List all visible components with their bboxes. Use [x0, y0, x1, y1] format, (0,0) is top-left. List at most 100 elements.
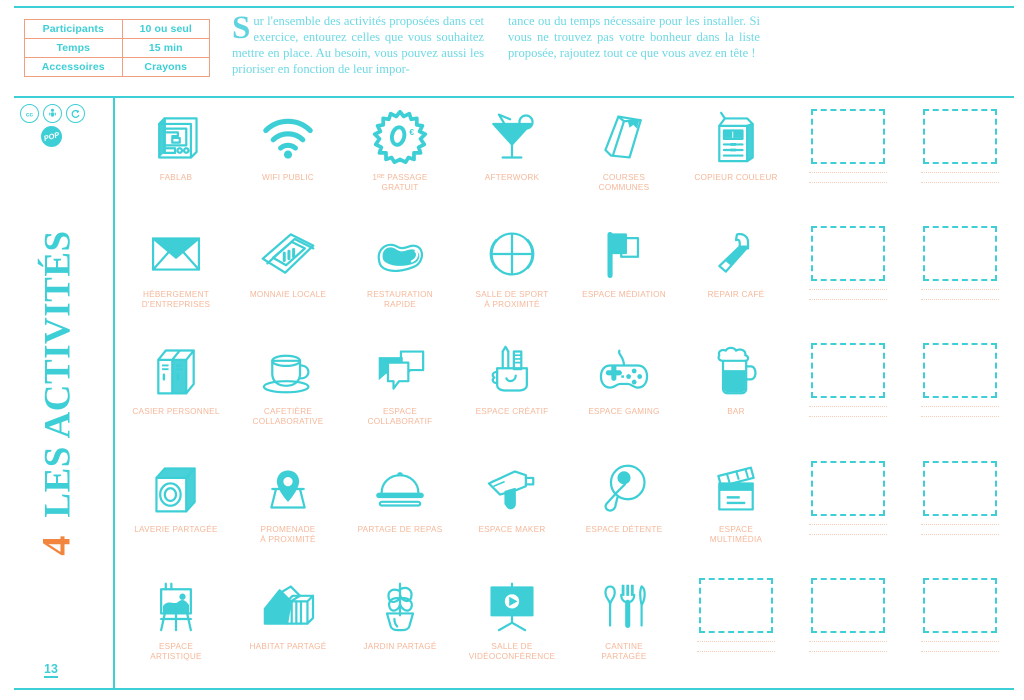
- activity-label: ESPACE CRÉATIF: [475, 407, 549, 417]
- activity-cell-empty[interactable]: [792, 217, 904, 334]
- write-in-line[interactable]: [921, 172, 999, 173]
- activity-cell[interactable]: SALLE DE VIDÉOCONFÉRENCE: [456, 569, 568, 686]
- activity-cell-empty[interactable]: [792, 334, 904, 451]
- empty-activity-box[interactable]: [923, 109, 997, 164]
- activity-label: SALLE DE VIDÉOCONFÉRENCE: [468, 641, 556, 661]
- activity-cell[interactable]: ESPACE MAKER: [456, 452, 568, 569]
- write-in-line[interactable]: [809, 289, 887, 291]
- write-in-lines[interactable]: [809, 289, 887, 309]
- write-in-line[interactable]: [921, 289, 999, 291]
- activity-cell-empty[interactable]: [904, 334, 1016, 451]
- write-in-lines[interactable]: [809, 640, 887, 661]
- empty-activity-box[interactable]: [923, 343, 997, 399]
- activity-cell[interactable]: ESPACE COLLABORATIF: [344, 334, 456, 451]
- empty-activity-box[interactable]: [811, 343, 885, 399]
- write-in-line[interactable]: [809, 533, 887, 535]
- write-in-line[interactable]: [697, 640, 775, 642]
- write-in-line[interactable]: [921, 640, 999, 642]
- write-in-line[interactable]: [921, 182, 999, 183]
- write-in-lines[interactable]: [809, 406, 887, 426]
- activity-cell-empty[interactable]: [904, 217, 1016, 334]
- write-in-line[interactable]: [809, 416, 887, 418]
- write-in-line[interactable]: [809, 299, 887, 301]
- activity-cell[interactable]: ESPACE MULTIMÉDIA: [680, 452, 792, 569]
- empty-activity-box[interactable]: [811, 460, 885, 516]
- activity-cell-empty[interactable]: [792, 569, 904, 686]
- empty-activity-box[interactable]: [699, 577, 773, 633]
- activity-cell[interactable]: MONNAIE LOCALE: [232, 217, 344, 334]
- activity-cell[interactable]: COURSES COMMUNES: [568, 100, 680, 217]
- worksheet-page: Participants 10 ou seul Temps 15 min Acc…: [0, 0, 1024, 700]
- activity-cell-empty[interactable]: [792, 100, 904, 217]
- activity-label: COPIEUR COULEUR: [694, 173, 778, 182]
- empty-activity-box[interactable]: [811, 577, 885, 633]
- activity-label: ESPACE GAMING: [588, 407, 660, 417]
- activity-cell-empty[interactable]: [904, 452, 1016, 569]
- activity-cell[interactable]: AFTERWORK: [456, 100, 568, 217]
- empty-activity-box[interactable]: [923, 460, 997, 516]
- activity-cell-empty[interactable]: [792, 452, 904, 569]
- activity-cell[interactable]: PARTAGE DE REPAS: [344, 452, 456, 569]
- activity-cell[interactable]: CASIER PERSONNEL: [120, 334, 232, 451]
- activity-cell[interactable]: CAFETIÈRE COLLABORATIVE: [232, 334, 344, 451]
- write-in-line[interactable]: [809, 650, 887, 652]
- activity-cell[interactable]: PROMENADE À PROXIMITÉ: [232, 452, 344, 569]
- info-key-temps: Temps: [24, 38, 123, 59]
- write-in-lines[interactable]: [809, 172, 887, 192]
- write-in-line[interactable]: [697, 650, 775, 652]
- write-in-lines[interactable]: [697, 640, 775, 661]
- section-title-rotated: 4 LES ACTIVITÉS: [0, 98, 113, 688]
- info-value-participants: 10 ou seul: [121, 18, 210, 40]
- activity-label: HABITAT PARTAGÉ: [249, 641, 327, 651]
- write-in-line[interactable]: [809, 523, 887, 525]
- activity-cell[interactable]: ESPACE MÉDIATION: [568, 217, 680, 334]
- activity-cell[interactable]: RESTAURATION RAPIDE: [344, 217, 456, 334]
- write-in-line[interactable]: [809, 640, 887, 642]
- write-in-lines[interactable]: [921, 172, 999, 192]
- activity-cell[interactable]: COPIEUR COULEUR: [680, 100, 792, 217]
- activity-cell-empty[interactable]: [904, 569, 1016, 686]
- empty-activity-box[interactable]: [811, 226, 885, 282]
- empty-activity-box[interactable]: [923, 577, 997, 633]
- empty-activity-box[interactable]: [811, 109, 885, 164]
- activity-cell[interactable]: CANTINE PARTAGÉE: [568, 569, 680, 686]
- activity-cell[interactable]: REPAIR CAFÉ: [680, 217, 792, 334]
- sidebar-divider: [113, 98, 115, 688]
- activity-cell[interactable]: SALLE DE SPORT À PROXIMITÉ: [456, 217, 568, 334]
- activity-cell[interactable]: ESPACE DÉTENTE: [568, 452, 680, 569]
- activity-cell[interactable]: HABITAT PARTAGÉ: [232, 569, 344, 686]
- empty-activity-box[interactable]: [923, 226, 997, 282]
- write-in-lines[interactable]: [921, 406, 999, 426]
- write-in-line[interactable]: [809, 182, 887, 183]
- activity-cell[interactable]: ESPACE GAMING: [568, 334, 680, 451]
- activity-label: AFTERWORK: [484, 173, 540, 182]
- activity-cell[interactable]: ESPACE ARTISTIQUE: [120, 569, 232, 686]
- write-in-line[interactable]: [921, 523, 999, 525]
- activity-cell[interactable]: FABLAB: [120, 100, 232, 217]
- activity-cell[interactable]: JARDIN PARTAGÉ: [344, 569, 456, 686]
- activity-cell[interactable]: ESPACE CRÉATIF: [456, 334, 568, 451]
- write-in-lines[interactable]: [921, 640, 999, 661]
- activity-cell[interactable]: BAR: [680, 334, 792, 451]
- write-in-line[interactable]: [921, 299, 999, 301]
- page-title: LES ACTIVITÉS: [37, 230, 79, 518]
- write-in-line[interactable]: [809, 172, 887, 173]
- activity-cell[interactable]: LAVERIE PARTAGÉE: [120, 452, 232, 569]
- write-in-line[interactable]: [809, 406, 887, 408]
- activity-cell[interactable]: HÉBERGEMENT D'ENTREPRISES: [120, 217, 232, 334]
- info-value-accessoires: Crayons: [121, 57, 210, 78]
- write-in-line[interactable]: [921, 650, 999, 652]
- activity-label: FABLAB: [159, 173, 193, 182]
- write-in-line[interactable]: [921, 416, 999, 418]
- activity-cell-empty[interactable]: [904, 100, 1016, 217]
- write-in-lines[interactable]: [809, 523, 887, 544]
- write-in-lines[interactable]: [921, 289, 999, 309]
- write-in-lines[interactable]: [921, 523, 999, 544]
- write-in-line[interactable]: [921, 406, 999, 408]
- hammer-icon: [711, 223, 761, 285]
- activity-cell[interactable]: WIFI PUBLIC: [232, 100, 344, 217]
- activity-cell[interactable]: €1ᴿᴱ PASSAGE GRATUIT: [344, 100, 456, 217]
- activity-cell-empty[interactable]: [680, 569, 792, 686]
- write-in-line[interactable]: [921, 533, 999, 535]
- activity-label: ESPACE DÉTENTE: [585, 524, 663, 534]
